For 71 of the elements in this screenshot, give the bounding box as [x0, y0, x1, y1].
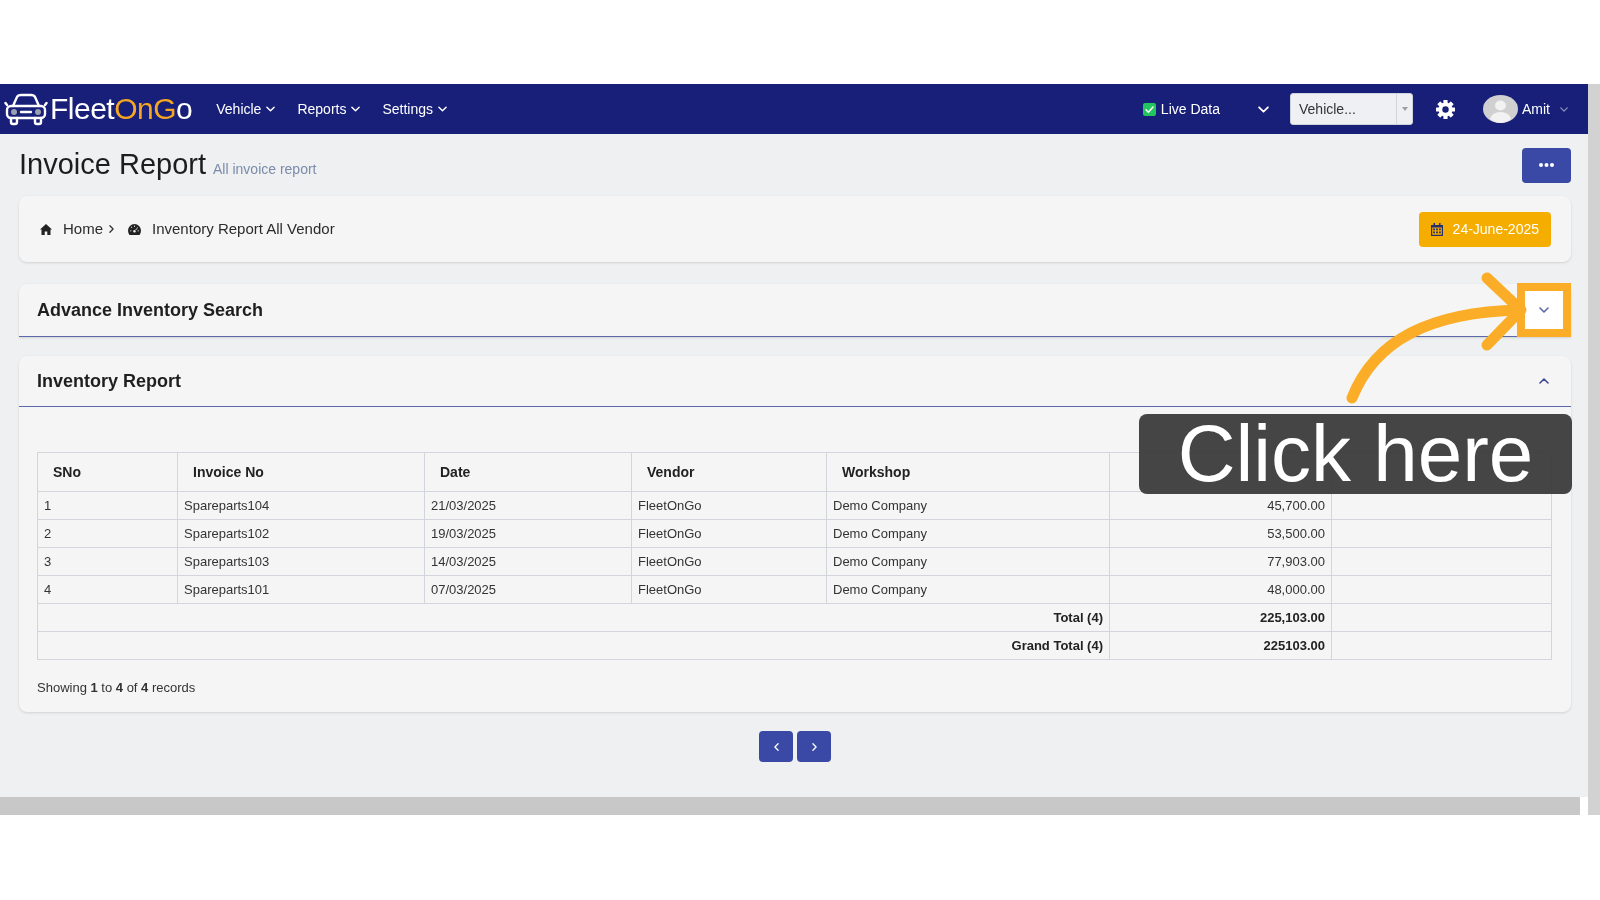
chevron-left-icon: [773, 742, 779, 751]
total-value: 225103.00: [1109, 631, 1332, 660]
table-cell: Spareparts102: [177, 519, 425, 548]
table-cell: FleetOnGo: [631, 519, 827, 548]
column-header: Invoice No: [177, 452, 425, 492]
table-cell: 4: [37, 575, 178, 604]
total-label: Grand Total (4): [37, 631, 1110, 660]
avatar-icon: [1483, 95, 1518, 123]
chevron-down-icon: [1257, 105, 1269, 113]
page-title: Invoice Report: [19, 150, 206, 179]
table-cell: 07/03/2025: [424, 575, 632, 604]
chevron-down-icon: [438, 106, 448, 112]
table-cell: Demo Company: [826, 491, 1110, 520]
total-value: 225,103.00: [1109, 603, 1332, 632]
callout: Click here: [1139, 414, 1572, 494]
vertical-scrollbar[interactable]: [1588, 84, 1600, 815]
settings-icon[interactable]: [1436, 99, 1455, 119]
table-cell: 1: [37, 491, 178, 520]
chevron-down-icon: [1539, 307, 1549, 313]
horizontal-scrollbar[interactable]: [0, 797, 1580, 815]
gauge-icon: [128, 223, 141, 235]
table-cell: 77,903.00: [1109, 547, 1332, 576]
table-cell: Demo Company: [826, 575, 1110, 604]
table-cell: FleetOnGo: [631, 491, 827, 520]
nav-menu-item[interactable]: Reports: [297, 98, 361, 120]
table-cell: Demo Company: [826, 519, 1110, 548]
table-cell: 19/03/2025: [424, 519, 632, 548]
column-header: Date: [424, 452, 632, 492]
chevron-down-icon: [351, 106, 361, 112]
table-cell: 21/03/2025: [424, 491, 632, 520]
user-menu[interactable]: Amit: [1483, 95, 1568, 123]
total-label: Total (4): [37, 603, 1110, 632]
home-icon: [40, 223, 52, 235]
table-cell: 3: [37, 547, 178, 576]
breadcrumb-link[interactable]: Home: [63, 217, 103, 241]
nav-menu-item[interactable]: Settings: [382, 98, 448, 120]
vehicle-select[interactable]: Vehicle...: [1290, 93, 1413, 125]
table-cell: 2: [37, 519, 178, 548]
table-cell: Spareparts101: [177, 575, 425, 604]
table-cell: FleetOnGo: [631, 575, 827, 604]
calendar-icon: [1430, 222, 1443, 236]
more-icon: [1539, 163, 1554, 167]
logo-text: FleetOnGo: [50, 94, 193, 124]
panel-title: Inventory Report: [37, 369, 182, 393]
chevron-down-icon: [266, 106, 276, 112]
next-page-button[interactable]: [797, 731, 831, 762]
car-icon: [4, 92, 48, 126]
table-cell: Spareparts103: [177, 547, 425, 576]
caret-icon: [1401, 107, 1408, 111]
checkbox[interactable]: [1142, 102, 1156, 116]
column-header: Vendor: [631, 452, 827, 492]
chevron-right-icon: [109, 225, 114, 233]
table-cell: Demo Company: [826, 547, 1110, 576]
records-summary: Showing 1 to 4 of 4 records: [37, 680, 197, 696]
checkbox-label[interactable]: Live Data: [1160, 98, 1220, 120]
table-cell: Spareparts104: [177, 491, 425, 520]
column-header: Workshop: [826, 452, 1110, 492]
chevron-down-icon: [1560, 106, 1568, 112]
panel-title: Advance Inventory Search: [37, 298, 264, 322]
table-cell: 48,000.00: [1109, 575, 1332, 604]
table-cell: 53,500.00: [1109, 519, 1332, 548]
nav-menu-item[interactable]: Vehicle: [216, 98, 276, 120]
breadcrumb-current: Inventory Report All Vendor: [152, 218, 335, 239]
more-button[interactable]: [1522, 147, 1571, 183]
column-header: SNo: [37, 452, 178, 492]
page-subtitle: All invoice report: [213, 160, 317, 179]
table-cell: FleetOnGo: [631, 547, 827, 576]
chevron-right-icon: [811, 742, 817, 751]
previous-page-button[interactable]: [759, 731, 793, 762]
table-cell: 14/03/2025: [424, 547, 632, 576]
chevron-up-icon: [1539, 378, 1549, 384]
